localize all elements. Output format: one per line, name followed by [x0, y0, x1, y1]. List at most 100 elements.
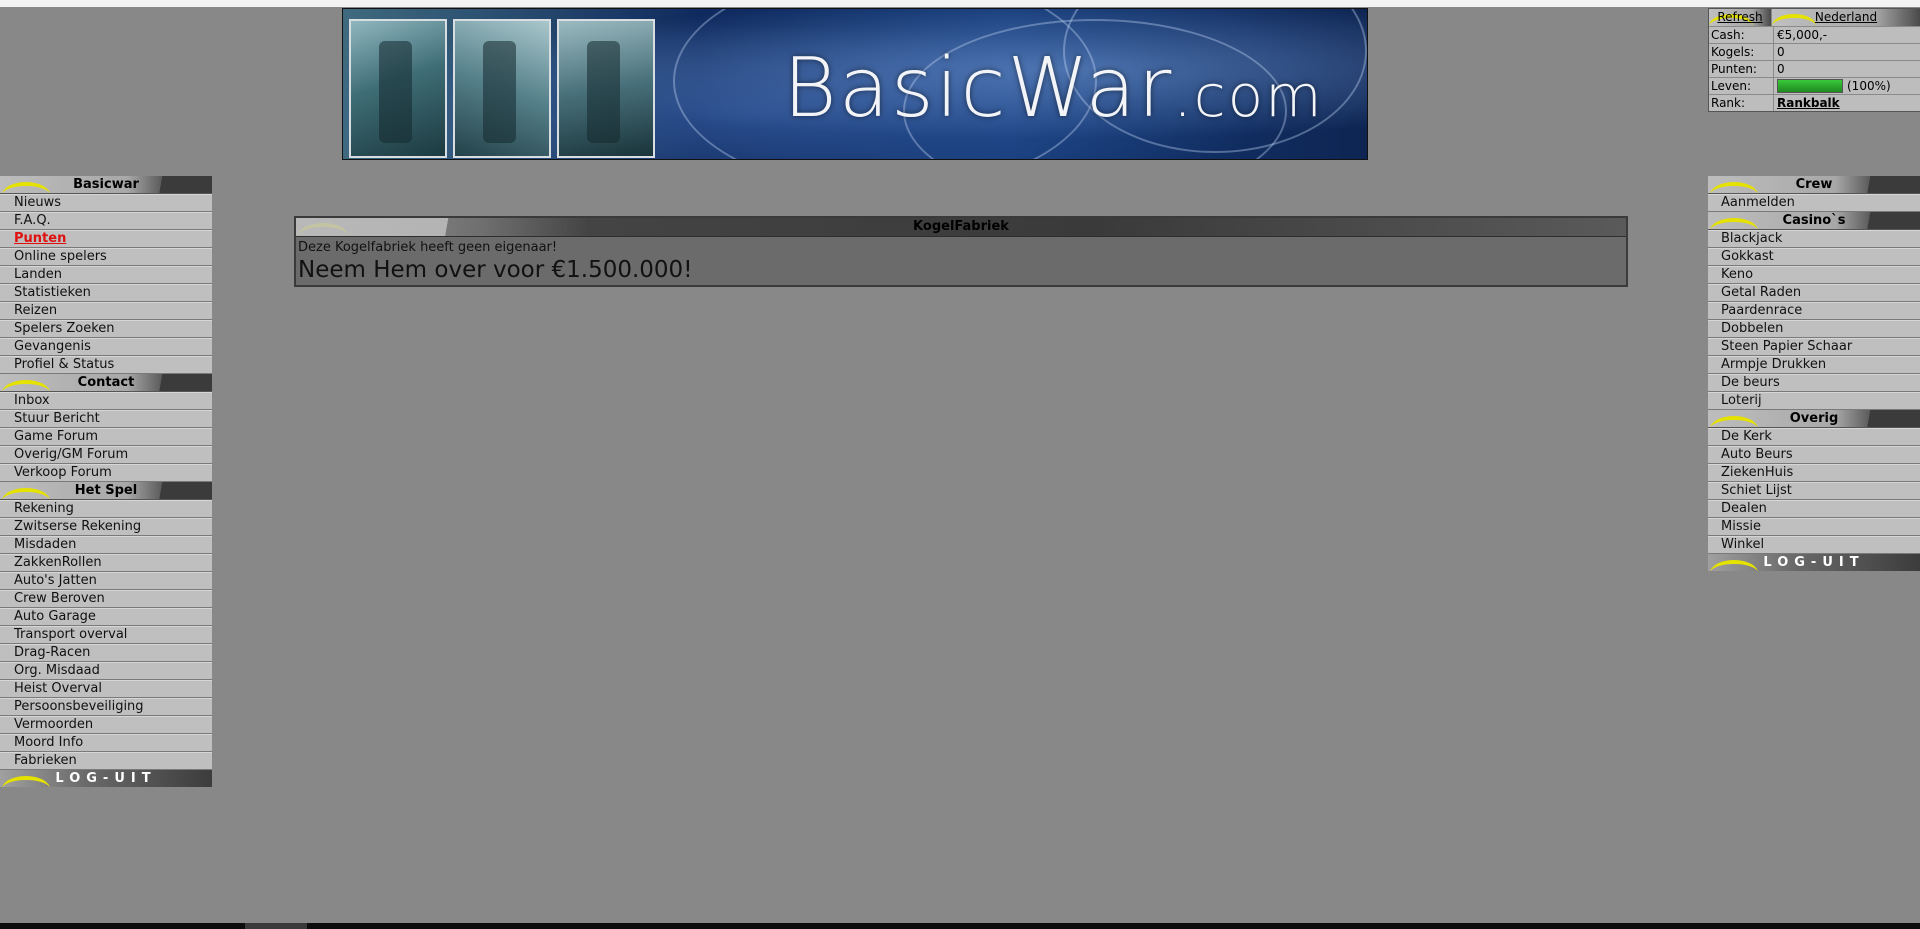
sidebar-item-loterij[interactable]: Loterij — [1708, 392, 1920, 410]
punten-label: Punten: — [1709, 61, 1774, 77]
logout-label: LOG-UIT — [55, 771, 157, 786]
kogelfabriek-panel: KogelFabriek Deze Kogelfabriek heeft gee… — [294, 216, 1628, 287]
panel-body: Deze Kogelfabriek heeft geen eigenaar! N… — [296, 237, 1626, 285]
leven-label: Leven: — [1709, 78, 1774, 94]
logout-button[interactable]: LOG-UIT — [0, 770, 212, 787]
status-row-leven: Leven: (100%) — [1709, 78, 1920, 95]
sidebar-item-keno[interactable]: Keno — [1708, 266, 1920, 284]
sidebar-item-online-spelers[interactable]: Online spelers — [0, 248, 212, 266]
sidebar-item-missie[interactable]: Missie — [1708, 518, 1920, 536]
rank-label: Rank: — [1709, 95, 1774, 111]
sidebar-item-overig-gm-forum[interactable]: Overig/GM Forum — [0, 446, 212, 464]
sidebar-item-misdaden[interactable]: Misdaden — [0, 536, 212, 554]
sidebar-item-zakkenrollen[interactable]: ZakkenRollen — [0, 554, 212, 572]
sidebar-item-aanmelden[interactable]: Aanmelden — [1708, 194, 1920, 212]
takeover-offer[interactable]: Neem Hem over voor €1.500.000! — [298, 257, 1624, 283]
sidebar-item-reizen[interactable]: Reizen — [0, 302, 212, 320]
sidebar-item-nieuws[interactable]: Nieuws — [0, 194, 212, 212]
menu-section-title: Overig — [1789, 411, 1839, 426]
sidebar-item-ziekenhuis[interactable]: ZiekenHuis — [1708, 464, 1920, 482]
sidebar-item-moord-info[interactable]: Moord Info — [0, 734, 212, 752]
sidebar-item-inbox[interactable]: Inbox — [0, 392, 212, 410]
sidebar-item-profiel-status[interactable]: Profiel & Status — [0, 356, 212, 374]
sidebar-item-spelers-zoeken[interactable]: Spelers Zoeken — [0, 320, 212, 338]
menu-section-overig: Overig — [1708, 410, 1920, 428]
sidebar-item-auto-garage[interactable]: Auto Garage — [0, 608, 212, 626]
refresh-link[interactable]: Refresh — [1717, 10, 1762, 24]
player-status-box: Refresh Nederland Cash: €5,000,- Kogels:… — [1708, 8, 1920, 112]
health-bar — [1777, 79, 1843, 93]
sidebar-item-gokkast[interactable]: Gokkast — [1708, 248, 1920, 266]
sidebar-item-armpje-drukken[interactable]: Armpje Drukken — [1708, 356, 1920, 374]
logout-button[interactable]: LOG-UIT — [1708, 554, 1920, 571]
sidebar-item-zwitserse-rekening[interactable]: Zwitserse Rekening — [0, 518, 212, 536]
browser-top-strip — [0, 0, 1920, 7]
country-link[interactable]: Nederland — [1815, 10, 1877, 24]
menu-section-casino-s: Casino`s — [1708, 212, 1920, 230]
sidebar-item-org-misdaad[interactable]: Org. Misdaad — [0, 662, 212, 680]
menu-section-title: Crew — [1795, 177, 1833, 192]
status-row-cash: Cash: €5,000,- — [1709, 27, 1920, 44]
health-bar-wrap: (100%) — [1777, 78, 1891, 94]
sidebar-item-dobbelen[interactable]: Dobbelen — [1708, 320, 1920, 338]
sidebar-item-landen[interactable]: Landen — [0, 266, 212, 284]
sidebar-item-statistieken[interactable]: Statistieken — [0, 284, 212, 302]
sidebar-item-gevangenis[interactable]: Gevangenis — [0, 338, 212, 356]
sidebar-item-vermoorden[interactable]: Vermoorden — [0, 716, 212, 734]
banner-title: BasicWar.com — [783, 41, 1324, 136]
menu-section-title: Basicwar — [73, 177, 139, 192]
left-sidebar-menu: Basicwar Nieuws F.A.Q. Punten Online spelers… — [0, 176, 212, 787]
banner-photo-pistol — [453, 19, 551, 158]
sidebar-item-crew-beroven[interactable]: Crew Beroven — [0, 590, 212, 608]
leven-value: (100%) — [1847, 79, 1891, 93]
health-bar-fill — [1778, 80, 1842, 92]
rank-link[interactable]: Rankbalk — [1777, 96, 1840, 110]
sidebar-item-paardenrace[interactable]: Paardenrace — [1708, 302, 1920, 320]
logout-label: LOG-UIT — [1763, 555, 1865, 570]
sidebar-item-dealen[interactable]: Dealen — [1708, 500, 1920, 518]
sidebar-item-heist-overval[interactable]: Heist Overval — [0, 680, 212, 698]
sidebar-item-transport-overval[interactable]: Transport overval — [0, 626, 212, 644]
sidebar-item-auto-s-jatten[interactable]: Auto's Jatten — [0, 572, 212, 590]
menu-section-title: Het Spel — [74, 483, 138, 498]
sidebar-item-getal-raden[interactable]: Getal Raden — [1708, 284, 1920, 302]
status-row-rank: Rank: Rankbalk — [1709, 95, 1920, 111]
sidebar-item-blackjack[interactable]: Blackjack — [1708, 230, 1920, 248]
sidebar-item-de-beurs[interactable]: De beurs — [1708, 374, 1920, 392]
right-sidebar-menu: Crew Aanmelden Casino`s Blackjack Gokkast Ken… — [1708, 176, 1920, 571]
sidebar-item-rekening[interactable]: Rekening — [0, 500, 212, 518]
refresh-tab: Refresh — [1709, 9, 1771, 26]
sidebar-item-drag-racen[interactable]: Drag-Racen — [0, 644, 212, 662]
punten-value: 0 — [1777, 62, 1785, 76]
sidebar-item-de-kerk[interactable]: De Kerk — [1708, 428, 1920, 446]
kogels-value: 0 — [1777, 45, 1785, 59]
sidebar-item-f-a-q[interactable]: F.A.Q. — [0, 212, 212, 230]
menu-section-title: Casino`s — [1782, 213, 1846, 228]
menu-section-contact: Contact — [0, 374, 212, 392]
menu-section-title: Contact — [77, 375, 135, 390]
panel-title: KogelFabriek — [913, 219, 1009, 234]
sidebar-item-winkel[interactable]: Winkel — [1708, 536, 1920, 554]
sidebar-item-punten[interactable]: Punten — [0, 230, 212, 248]
country-tab: Nederland — [1771, 9, 1920, 26]
cash-value: €5,000,- — [1777, 28, 1828, 42]
status-row-kogels: Kogels: 0 — [1709, 44, 1920, 61]
bottom-scrollbar[interactable] — [0, 923, 1920, 929]
scrollbar-thumb[interactable] — [245, 923, 307, 929]
status-top-row: Refresh Nederland — [1709, 9, 1920, 27]
site-banner: BasicWar.com — [342, 8, 1368, 160]
sidebar-item-steen-papier-schaar[interactable]: Steen Papier Schaar — [1708, 338, 1920, 356]
sidebar-item-fabrieken[interactable]: Fabrieken — [0, 752, 212, 770]
menu-section-het-spel: Het Spel — [0, 482, 212, 500]
sidebar-item-schiet-lijst[interactable]: Schiet Lijst — [1708, 482, 1920, 500]
sidebar-item-game-forum[interactable]: Game Forum — [0, 428, 212, 446]
sidebar-item-persoonsbeveiliging[interactable]: Persoonsbeveiliging — [0, 698, 212, 716]
cash-label: Cash: — [1709, 27, 1774, 43]
sidebar-item-auto-beurs[interactable]: Auto Beurs — [1708, 446, 1920, 464]
banner-title-main: BasicWar — [783, 41, 1174, 136]
panel-header: KogelFabriek — [296, 218, 1626, 237]
banner-title-suffix: .com — [1173, 62, 1324, 130]
sidebar-item-verkoop-forum[interactable]: Verkoop Forum — [0, 464, 212, 482]
sidebar-item-stuur-bericht[interactable]: Stuur Bericht — [0, 410, 212, 428]
banner-photo-bottles — [349, 19, 447, 158]
